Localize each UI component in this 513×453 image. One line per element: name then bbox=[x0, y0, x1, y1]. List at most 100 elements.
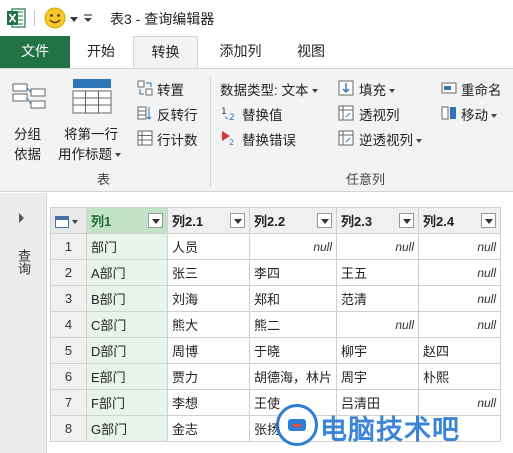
table-cell[interactable]: D部门 bbox=[86, 337, 168, 364]
tab-view[interactable]: 视图 bbox=[282, 36, 340, 68]
smiley-icon[interactable] bbox=[44, 7, 66, 29]
tab-home[interactable]: 开始 bbox=[70, 36, 132, 68]
use-first-row-label-1: 将第一行 bbox=[64, 127, 118, 142]
table-cell[interactable]: 于晓 bbox=[248, 337, 338, 364]
tab-transform[interactable]: 转换 bbox=[133, 36, 198, 69]
column-header-2-2[interactable]: 列2.2 bbox=[248, 207, 338, 234]
column-header-label: 列2.3 bbox=[341, 214, 373, 229]
unpivot-columns-label: 逆透视列 bbox=[359, 129, 422, 149]
column-header-2-4[interactable]: 列2.4 bbox=[418, 207, 502, 234]
queries-pane: 查询 bbox=[0, 193, 47, 453]
table-menu-button[interactable] bbox=[50, 207, 87, 234]
fill-label: 填充 bbox=[359, 79, 395, 99]
table-cell[interactable]: 柳宇 bbox=[336, 337, 420, 364]
filter-dropdown-icon[interactable] bbox=[317, 213, 333, 228]
table-row[interactable]: 5 D部门 周博 于晓 柳宇 赵四 bbox=[50, 337, 502, 364]
table-cell[interactable]: null bbox=[418, 233, 502, 260]
table-cell[interactable]: B部门 bbox=[86, 285, 168, 312]
table-row[interactable]: 1 部门 人员 null null null bbox=[50, 233, 502, 260]
table-cell[interactable]: 郑和 bbox=[248, 285, 338, 312]
filter-dropdown-icon[interactable] bbox=[230, 213, 245, 228]
column-header-2-1[interactable]: 列2.1 bbox=[167, 207, 250, 234]
table-cell[interactable]: 周博 bbox=[167, 337, 250, 364]
reverse-rows-icon bbox=[137, 106, 152, 120]
table-cell[interactable]: 赵四 bbox=[418, 337, 502, 364]
table-cell[interactable]: 刘海 bbox=[167, 285, 250, 312]
table-cell[interactable]: A部门 bbox=[86, 259, 168, 286]
tab-add-column[interactable]: 添加列 bbox=[203, 36, 278, 68]
table-headers-icon bbox=[72, 79, 112, 114]
count-rows-icon bbox=[137, 130, 153, 146]
replace-errors-icon: 2 bbox=[222, 131, 234, 146]
table-cell[interactable]: F部门 bbox=[86, 389, 168, 416]
row-number: 8 bbox=[50, 415, 87, 442]
row-number: 2 bbox=[50, 259, 87, 286]
header-row: 列1 列2.1 列2.2 列2.3 列2.4 bbox=[50, 207, 502, 234]
table-cell[interactable]: E部门 bbox=[86, 363, 168, 390]
svg-text:2: 2 bbox=[229, 113, 235, 121]
table-cell[interactable]: null bbox=[418, 311, 502, 338]
customize-toolbar-icon[interactable] bbox=[82, 12, 94, 24]
ribbon-tabs: 文件 开始 转换 添加列 视图 bbox=[0, 36, 513, 69]
replace-values-label: 替换值 bbox=[242, 108, 283, 123]
table-cell[interactable]: C部门 bbox=[86, 311, 168, 338]
table-icon bbox=[55, 215, 69, 228]
chevron-down-icon bbox=[115, 153, 121, 158]
watermark-text: 电脑技术吧 bbox=[320, 415, 460, 445]
tab-file[interactable]: 文件 bbox=[0, 36, 70, 68]
fill-down-icon bbox=[338, 80, 354, 96]
watermark-logo-icon bbox=[276, 404, 318, 446]
pivot-column-label: 透视列 bbox=[359, 108, 400, 123]
table-cell[interactable]: null bbox=[336, 233, 420, 260]
table-cell[interactable]: null bbox=[418, 285, 502, 312]
reverse-rows-label: 反转行 bbox=[157, 108, 198, 123]
any-column-group-label: 任意列 bbox=[346, 172, 386, 187]
replace-values-icon: 1 2 bbox=[221, 107, 235, 121]
table-row[interactable]: 6 E部门 贾力 胡德海，林片 周宇 朴熙 bbox=[50, 363, 502, 390]
chevron-down-icon bbox=[311, 89, 318, 94]
table-row[interactable]: 2 A部门 张三 李四 王五 null bbox=[50, 259, 502, 286]
table-cell[interactable]: 胡德海，林片 bbox=[248, 363, 338, 390]
table-cell[interactable]: 李想 bbox=[167, 389, 250, 416]
filter-dropdown-icon[interactable] bbox=[148, 213, 163, 228]
chevron-down-icon bbox=[491, 114, 497, 119]
table-cell[interactable]: null bbox=[336, 311, 420, 338]
group-separator bbox=[210, 77, 211, 187]
table-cell[interactable]: 范清 bbox=[336, 285, 420, 312]
table-cell[interactable]: 朴熙 bbox=[418, 363, 502, 390]
row-number: 1 bbox=[50, 233, 87, 260]
table-cell[interactable]: null bbox=[418, 259, 502, 286]
table-cell[interactable]: 贾力 bbox=[167, 363, 250, 390]
table-cell[interactable]: null bbox=[248, 233, 338, 260]
filter-dropdown-icon[interactable] bbox=[481, 213, 497, 228]
table-cell[interactable]: 部门 bbox=[86, 233, 168, 260]
table-cell[interactable]: 人员 bbox=[167, 233, 250, 260]
data-type-label: 数据类型: 文本 bbox=[220, 79, 318, 99]
table-cell[interactable]: 熊大 bbox=[167, 311, 250, 338]
column-header-label: 列1 bbox=[91, 214, 112, 229]
table-cell[interactable]: 周宇 bbox=[336, 363, 420, 390]
table-group-label: 表 bbox=[97, 172, 111, 187]
table-cell[interactable]: 王五 bbox=[336, 259, 420, 286]
pivot-column-icon bbox=[338, 105, 354, 121]
table-cell[interactable]: G部门 bbox=[86, 415, 168, 442]
count-rows-label: 行计数 bbox=[157, 133, 198, 148]
table-cell[interactable]: 熊二 bbox=[248, 311, 338, 338]
table-cell[interactable]: 金志 bbox=[167, 415, 250, 442]
excel-icon[interactable] bbox=[6, 8, 26, 28]
svg-text:1: 1 bbox=[221, 107, 227, 117]
table-row[interactable]: 3 B部门 刘海 郑和 范清 null bbox=[50, 285, 502, 312]
group-by-icon bbox=[12, 83, 46, 109]
svg-text:2: 2 bbox=[229, 138, 234, 146]
column-header-1[interactable]: 列1 bbox=[86, 207, 168, 234]
chevron-down-icon bbox=[416, 139, 422, 144]
expand-pane-icon[interactable] bbox=[19, 213, 24, 223]
smiley-dropdown-icon[interactable] bbox=[70, 17, 78, 22]
column-header-2-3[interactable]: 列2.3 bbox=[336, 207, 420, 234]
column-header-label: 列2.4 bbox=[423, 214, 455, 229]
table-cell[interactable]: 李四 bbox=[248, 259, 338, 286]
table-cell[interactable]: 张三 bbox=[167, 259, 250, 286]
table-row[interactable]: 4 C部门 熊大 熊二 null null bbox=[50, 311, 502, 338]
move-label: 移动 bbox=[461, 104, 497, 124]
filter-dropdown-icon[interactable] bbox=[399, 213, 415, 228]
